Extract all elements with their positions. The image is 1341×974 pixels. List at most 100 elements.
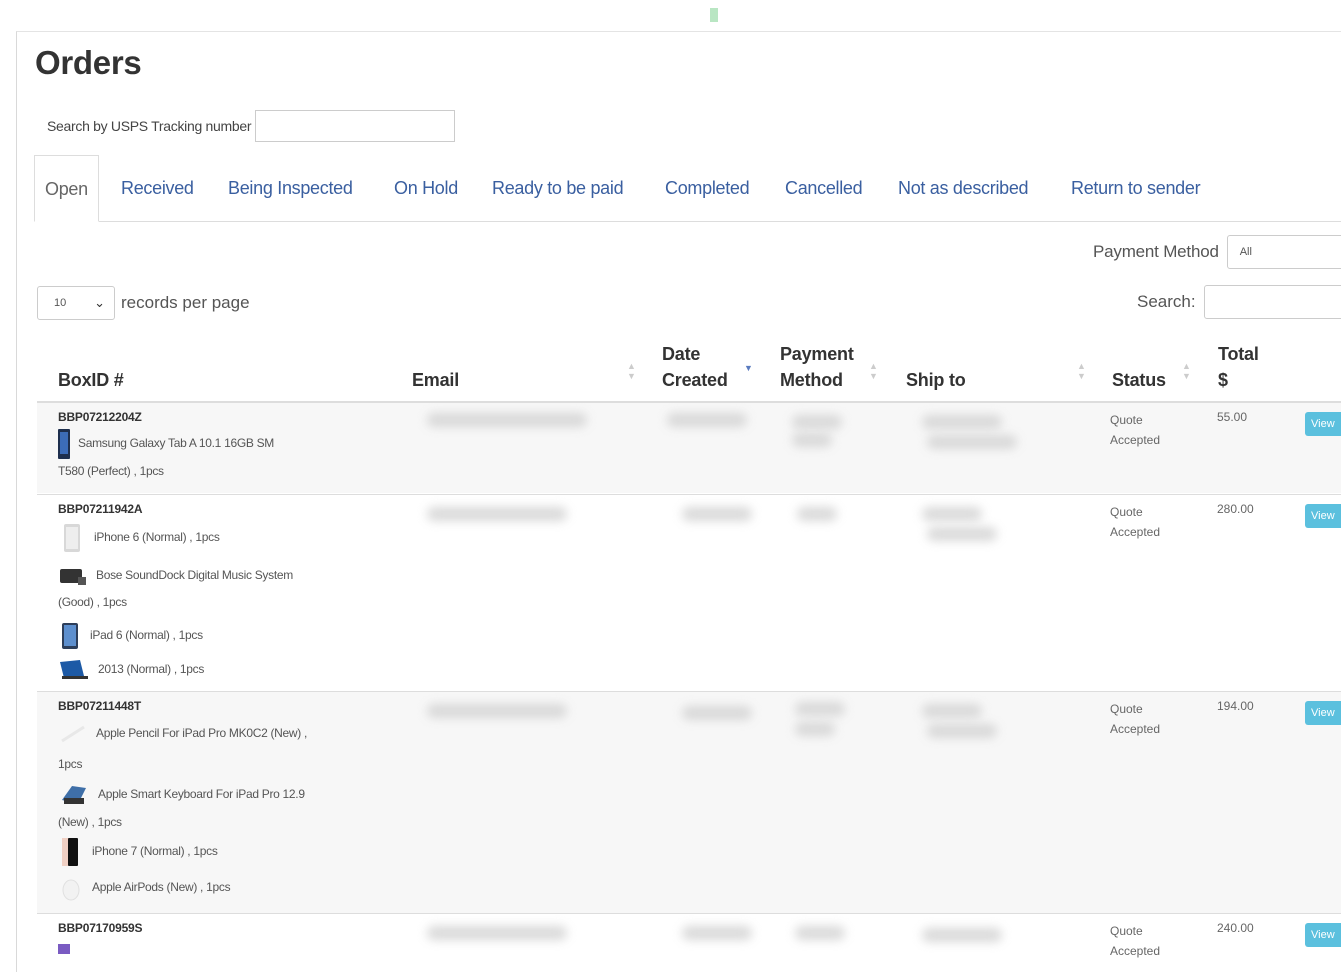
pencil-icon (61, 725, 85, 743)
sort-icon: ▲ ▼ (627, 361, 636, 381)
tab-return-to-sender[interactable]: Return to sender (1071, 155, 1201, 221)
status-badge: Quote Accepted (1110, 702, 1161, 736)
email-redacted (427, 926, 567, 940)
list-item: Bose SoundDock Digital Music System (58, 561, 388, 590)
email-redacted (427, 704, 567, 718)
records-per-page-value: 10 (54, 297, 67, 309)
table-row: BBP07170959S Quote Accepted 240.00 View (37, 913, 1341, 974)
airpods-icon (62, 879, 80, 901)
chevron-down-icon: ⌄ (94, 295, 105, 310)
tab-on-hold[interactable]: On Hold (394, 155, 458, 221)
status-badge: Quote Accepted (1110, 413, 1161, 447)
table-search-label: Search: (1137, 292, 1196, 311)
usps-tracking-input[interactable] (255, 110, 456, 142)
tab-completed[interactable]: Completed (665, 155, 750, 221)
payment-redacted (797, 507, 837, 521)
list-item-cont: (New) , 1pcs (58, 815, 122, 829)
tablet-icon (58, 429, 70, 459)
col-email[interactable]: Email (412, 367, 459, 393)
payment-redacted (795, 722, 835, 736)
phone-icon (64, 523, 80, 552)
sort-icon: ▲ ▼ (1077, 361, 1086, 381)
col-total[interactable]: Total $ (1218, 341, 1259, 393)
view-button[interactable]: View (1305, 412, 1341, 436)
payment-redacted (792, 415, 842, 429)
payment-method-select[interactable]: All (1226, 235, 1341, 269)
status-tabs: Open Received Being Inspected On Hold Re… (34, 155, 1341, 222)
order-total: 55.00 (1217, 410, 1248, 424)
col-ship-to[interactable]: Ship to (906, 367, 966, 393)
ship-redacted (922, 507, 982, 521)
tab-being-inspected[interactable]: Being Inspected (228, 155, 353, 221)
list-item: iPad 6 (Normal) , 1pcs (58, 621, 388, 650)
order-total: 194.00 (1217, 699, 1254, 713)
phone-icon (62, 837, 78, 866)
list-item: Apple Smart Keyboard For iPad Pro 12.9 (58, 780, 388, 809)
payment-method-filter: Payment Method All (1093, 235, 1341, 269)
list-item: iPhone 6 (Normal) , 1pcs (58, 523, 388, 552)
top-indicator (710, 8, 718, 22)
view-button[interactable]: View (1305, 923, 1341, 947)
list-item-cont: (Good) , 1pcs (58, 595, 127, 609)
ship-redacted (927, 527, 997, 541)
product-thumbnail (58, 944, 70, 954)
usps-search-row: Search by USPS Tracking number (47, 108, 456, 144)
payment-redacted (795, 702, 845, 716)
col-payment-method[interactable]: Payment Method (780, 341, 854, 393)
date-redacted (682, 926, 752, 940)
list-item: 2013 (Normal) , 1pcs (58, 655, 388, 684)
sort-icon: ▲ ▼ (1182, 361, 1191, 381)
keyboard-icon (62, 785, 86, 804)
ship-redacted (922, 928, 1002, 942)
payment-method-label: Payment Method (1093, 242, 1219, 261)
list-item: iPhone 7 (Normal) , 1pcs (58, 837, 388, 866)
table-search: Search: (1137, 285, 1341, 319)
order-total: 280.00 (1217, 502, 1254, 516)
sort-desc-icon: ▼ (744, 363, 753, 373)
page-title: Orders (35, 44, 142, 81)
status-badge: Quote Accepted (1110, 924, 1161, 958)
tab-ready-to-be-paid[interactable]: Ready to be paid (492, 155, 624, 221)
list-item: Apple AirPods (New) , 1pcs (58, 873, 388, 902)
sort-icon: ▲ ▼ (869, 361, 878, 381)
table-row: BBP07212204Z Samsung Galaxy Tab A 10.1 1… (37, 403, 1341, 493)
ship-redacted (922, 704, 982, 718)
payment-redacted (792, 433, 832, 447)
orders-panel: Orders Search by USPS Tracking number Op… (16, 31, 1341, 972)
list-item-cont: T580 (Perfect) , 1pcs (58, 464, 164, 478)
boxid[interactable]: BBP07212204Z (58, 410, 142, 424)
email-redacted (427, 507, 567, 521)
view-button[interactable]: View (1305, 701, 1341, 725)
view-button[interactable]: View (1305, 504, 1341, 528)
tab-received[interactable]: Received (121, 155, 194, 221)
col-boxid[interactable]: BoxID # (58, 367, 124, 393)
date-redacted (667, 413, 747, 427)
col-date-created[interactable]: Date Created (662, 341, 728, 393)
speaker-icon (60, 568, 86, 585)
payment-redacted (795, 926, 845, 940)
col-status[interactable]: Status (1112, 367, 1166, 393)
ship-redacted (927, 724, 997, 738)
usps-search-label: Search by USPS Tracking number (47, 118, 252, 134)
table-row: BBP07211942A iPhone 6 (Normal) , 1pcs Bo… (37, 494, 1341, 691)
laptop-icon (60, 659, 88, 679)
table-search-input[interactable] (1203, 285, 1341, 319)
records-per-page-label: records per page (121, 293, 250, 312)
tab-open[interactable]: Open (34, 155, 99, 222)
date-redacted (682, 507, 752, 521)
date-redacted (682, 706, 752, 720)
order-total: 240.00 (1217, 921, 1254, 935)
table-header: BoxID # Email ▲ ▼ Date Created ▼ Payment … (37, 335, 1341, 403)
status-badge: Quote Accepted (1110, 505, 1161, 539)
tab-cancelled[interactable]: Cancelled (785, 155, 863, 221)
ship-redacted (922, 415, 1002, 429)
records-per-page-select[interactable]: 10 ⌄ (37, 286, 115, 320)
boxid[interactable]: BBP07211942A (58, 502, 143, 516)
records-per-page: 10 ⌄ records per page (37, 286, 250, 320)
tab-not-as-described[interactable]: Not as described (898, 155, 1029, 221)
boxid[interactable]: BBP07211448T (58, 699, 141, 713)
list-item: Samsung Galaxy Tab A 10.1 16GB SM (58, 429, 388, 459)
ship-redacted (927, 435, 1017, 449)
tablet-icon (62, 622, 78, 649)
boxid[interactable]: BBP07170959S (58, 921, 143, 935)
